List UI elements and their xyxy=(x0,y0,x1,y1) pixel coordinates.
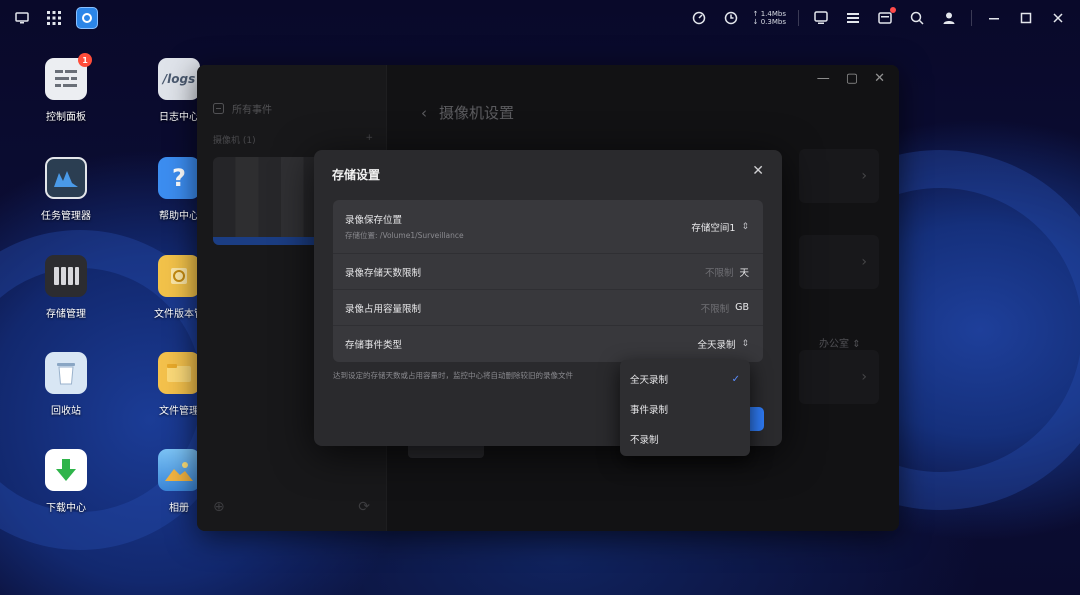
storage-settings-list: 录像保存位置 存储位置: /Volume1/Surveillance 存储空间1… xyxy=(333,200,763,362)
desktop-icon-task-manager[interactable]: 任务管理器 xyxy=(21,157,111,222)
help-glyph: ? xyxy=(172,164,186,192)
desktop-icon-label: 回收站 xyxy=(51,406,81,417)
setting-row-event-type[interactable]: 存储事件类型 全天录制 ⇕ xyxy=(333,326,763,362)
task-manager-icon xyxy=(45,157,87,199)
control-panel-icon: 1 xyxy=(45,53,92,100)
setting-label: 存储事件类型 xyxy=(345,340,403,351)
setting-unit: 天 xyxy=(739,267,749,279)
checkmark-icon: ✓ xyxy=(731,373,740,385)
days-limit-input[interactable]: 不限制 xyxy=(705,265,734,279)
file-version-icon xyxy=(158,255,200,297)
desktop-icon-label: 存储管理 xyxy=(46,309,86,320)
search-icon[interactable] xyxy=(907,8,927,28)
monitor-icon[interactable] xyxy=(811,8,831,28)
desktop-icon-label: 帮助中心 xyxy=(159,211,199,222)
setting-label: 录像占用容量限制 xyxy=(345,303,422,315)
surveillance-app-icon[interactable] xyxy=(76,7,98,29)
option-label: 全天录制 xyxy=(630,375,669,386)
log-center-icon: /logs xyxy=(158,58,200,100)
download-center-icon xyxy=(45,449,87,491)
desktop-icon-recycle-bin[interactable]: 回收站 xyxy=(21,352,111,417)
clock-icon[interactable] xyxy=(721,8,741,28)
help-center-icon: ? xyxy=(158,157,200,199)
desktop-icon-label: 文件管理 xyxy=(159,406,199,417)
capacity-limit-input[interactable]: 不限制 xyxy=(701,301,730,315)
dropdown-option-none[interactable]: 不录制 xyxy=(620,424,750,454)
event-type-dropdown: 全天录制 ✓ 事件录制 不录制 xyxy=(620,360,750,456)
desktop-icon-label: 相册 xyxy=(169,503,189,514)
confirm-button[interactable] xyxy=(750,407,764,431)
maximize-icon[interactable] xyxy=(1016,8,1036,28)
app-grid-icon[interactable] xyxy=(44,8,64,28)
net-down-speed: ↓ 0.3Mbs xyxy=(752,18,786,26)
log-glyph: /logs xyxy=(162,72,196,86)
desktop-icon-label: 日志中心 xyxy=(159,112,199,123)
desktop-icon-control-panel[interactable]: 1 控制面板 xyxy=(21,53,111,123)
network-speed: ↑ 1.4Mbs ↓ 0.3Mbs xyxy=(753,10,786,26)
dropdown-option-event[interactable]: 事件录制 xyxy=(620,394,750,424)
net-up-speed: ↑ 1.4Mbs xyxy=(752,10,786,18)
setting-row-days-limit[interactable]: 录像存储天数限制 不限制 天 xyxy=(333,254,763,290)
option-label: 不录制 xyxy=(630,435,659,446)
setting-unit: GB xyxy=(735,302,749,313)
setting-row-save-location[interactable]: 录像保存位置 存储位置: /Volume1/Surveillance 存储空间1… xyxy=(333,200,763,254)
desktop-icon-storage-manager[interactable]: 存储管理 xyxy=(21,255,111,320)
desktop-icon-label: 下载中心 xyxy=(46,503,86,514)
notification-badge: 1 xyxy=(78,53,92,67)
option-label: 事件录制 xyxy=(630,405,669,416)
dropdown-option-all-day[interactable]: 全天录制 ✓ xyxy=(620,364,750,394)
notification-icon[interactable] xyxy=(875,7,896,28)
desktop-icon-label: 控制面板 xyxy=(46,112,86,123)
dialog-title: 存储设置 xyxy=(332,168,381,182)
recycle-bin-icon xyxy=(45,352,87,394)
photos-icon xyxy=(158,449,200,491)
setting-row-capacity-limit[interactable]: 录像占用容量限制 不限制 GB xyxy=(333,290,763,326)
dialog-close-icon[interactable]: ✕ xyxy=(752,163,764,179)
storage-manager-icon xyxy=(45,255,87,297)
file-manager-icon xyxy=(158,352,200,394)
setting-label: 录像保存位置 xyxy=(345,215,403,226)
resource-monitor-icon[interactable] xyxy=(689,8,709,28)
setting-value: 全天录制 xyxy=(697,340,736,351)
setting-value: 存储空间1 xyxy=(691,222,736,234)
close-icon[interactable] xyxy=(1048,8,1068,28)
desktop-icon-download-center[interactable]: 下载中心 xyxy=(21,449,111,514)
taskbar-divider xyxy=(798,10,799,26)
setting-label: 录像存储天数限制 xyxy=(345,267,422,279)
top-taskbar: ↑ 1.4Mbs ↓ 0.3Mbs xyxy=(0,0,1080,36)
updown-icon: ⇕ xyxy=(741,339,749,349)
task-list-icon[interactable] xyxy=(843,8,863,28)
updown-icon: ⇕ xyxy=(741,221,749,232)
show-desktop-icon[interactable] xyxy=(12,8,32,28)
taskbar-divider xyxy=(971,10,972,26)
dialog-note: 达到设定的存储天数或占用容量时，监控中心将自动删除较旧的录像文件 xyxy=(333,371,573,380)
setting-sublabel: 存储位置: /Volume1/Surveillance xyxy=(345,231,464,240)
minimize-icon[interactable] xyxy=(984,8,1004,28)
desktop-icon-label: 任务管理器 xyxy=(41,211,91,222)
user-icon[interactable] xyxy=(939,8,959,28)
